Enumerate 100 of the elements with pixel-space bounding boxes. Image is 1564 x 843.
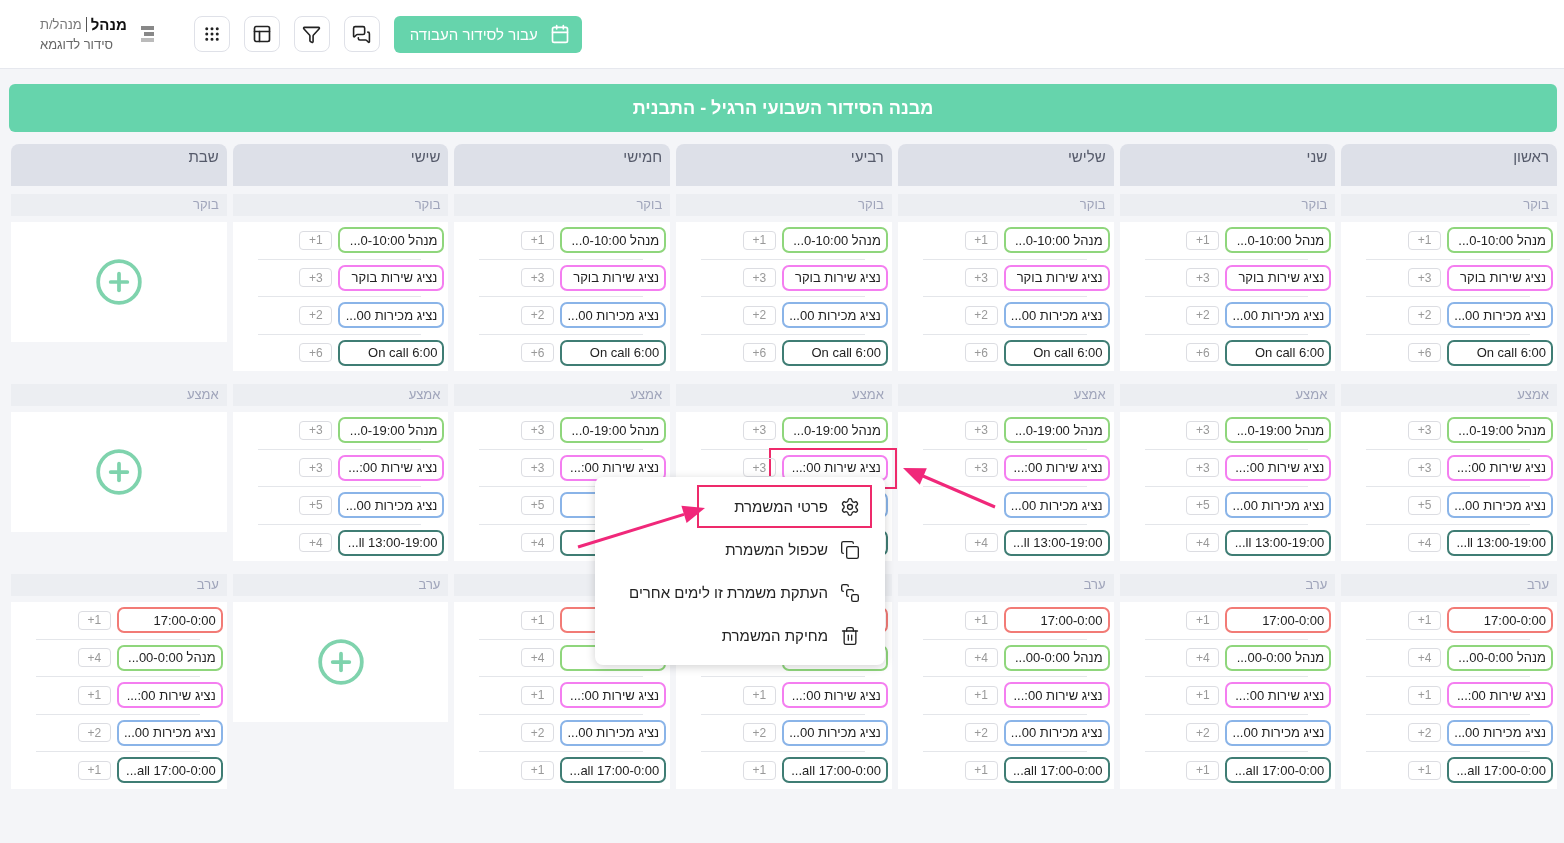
count-badge: +5	[521, 495, 555, 515]
day-header: שישי	[232, 144, 449, 186]
shift-chip[interactable]: ll 13:00-19:00...	[1003, 529, 1110, 556]
shift-chip[interactable]: all 17:00-0:00...	[560, 757, 667, 784]
shift-chip[interactable]: נציג שירות בוקר	[1447, 264, 1553, 291]
shift-chip[interactable]: נציג מכירות 00...	[1447, 492, 1553, 519]
shift-chip[interactable]: מנהל 0-19:00...	[338, 417, 445, 444]
shift-chip[interactable]: נציג מכירות 00...	[1225, 719, 1332, 746]
shift-chip[interactable]: ll 13:00-19:00...	[338, 529, 445, 556]
menu-item[interactable]: שכפול המשמרת	[608, 528, 872, 571]
stacked-bars-icon[interactable]	[140, 26, 154, 42]
shift-chip[interactable]: נציג מכירות 00...	[1003, 719, 1110, 746]
shift-chip[interactable]: נציג מכירות 00...	[1447, 719, 1553, 746]
shift-chip[interactable]: נציג שירות 00:...	[560, 682, 667, 709]
shift-chip[interactable]: נציג מכירות 00...	[781, 719, 888, 746]
shift-chip[interactable]: On call 6:00	[1003, 339, 1110, 366]
menu-item[interactable]: פרטי המשמרת	[697, 485, 872, 528]
shift-chip[interactable]: נציג שירות 00:...	[781, 682, 888, 709]
shift-chip[interactable]: נציג שירות בוקר	[338, 264, 445, 291]
count-badge: +2	[1408, 305, 1441, 325]
shift-period-label: אמצע	[454, 384, 671, 406]
filter-button[interactable]	[293, 16, 330, 52]
shift-chip[interactable]: all 17:00-0:00...	[781, 757, 888, 784]
shift-chip[interactable]: נציג מכירות 00...	[116, 719, 223, 746]
shift-chip[interactable]: מנהל 0-10:00...	[781, 227, 888, 254]
shift-chip[interactable]: On call 6:00	[1447, 339, 1553, 366]
layout-button[interactable]	[243, 16, 280, 52]
shift-period-label: בוקר	[454, 194, 671, 216]
shift-chip[interactable]: On call 6:00	[560, 339, 667, 366]
count-badge: +1	[964, 760, 998, 780]
chat-button[interactable]	[343, 16, 380, 52]
count-badge: +4	[1186, 648, 1220, 668]
shift-chip[interactable]: מנהל 0-19:00...	[1447, 417, 1553, 444]
shift-chip[interactable]: 17:00-0:00	[1003, 607, 1110, 634]
shift-chip[interactable]: 17:00-0:00	[1225, 607, 1332, 634]
shift-chip[interactable]: מנהל 0-19:00...	[781, 417, 888, 444]
shift-chip[interactable]: נציג מכירות 00...	[1447, 302, 1553, 329]
shift-chip[interactable]: נציג מכירות 00...	[560, 302, 667, 329]
shift-chip[interactable]: נציג מכירות 00...	[781, 302, 888, 329]
shift-chip[interactable]: נציג שירות בוקר	[1225, 264, 1332, 291]
shift-chip[interactable]: נציג שירות בוקר	[560, 264, 667, 291]
shift-chip[interactable]: ll 13:00-19:00...	[1447, 529, 1553, 556]
shift-chip[interactable]: נציג שירות 00:...	[560, 454, 667, 481]
count-badge: +3	[521, 420, 555, 440]
menu-item[interactable]: מחיקת המשמרת	[608, 614, 872, 657]
shift-chip[interactable]: On call 6:00	[338, 339, 445, 366]
shift-chip[interactable]: נציג מכירות 00...	[1003, 302, 1110, 329]
shift-chip[interactable]: On call 6:00	[781, 339, 888, 366]
shift-chip[interactable]: On call 6:00	[1225, 339, 1332, 366]
shift-chip[interactable]: all 17:00-0:00...	[1447, 757, 1553, 784]
shift-chip[interactable]: all 17:00-0:00...	[1003, 757, 1110, 784]
count-badge: +6	[1408, 343, 1441, 363]
count-badge: +3	[964, 420, 998, 440]
shift-chip[interactable]: נציג שירות 00:...	[1447, 682, 1553, 709]
shift-chip[interactable]: נציג שירות 00:...	[338, 454, 445, 481]
shift-chip[interactable]: מנהל 0-10:00...	[560, 227, 667, 254]
shift-chip[interactable]: מנהל 0-10:00...	[338, 227, 445, 254]
shift-chip[interactable]: נציג שירות בוקר	[1003, 264, 1110, 291]
shift-chip[interactable]: נציג שירות 00:...	[116, 682, 223, 709]
shift-period-label: ערב	[1119, 574, 1336, 596]
shift-chip[interactable]: נציג מכירות 00...	[338, 302, 445, 329]
shift-chip[interactable]: נציג שירות 00:...	[1003, 454, 1110, 481]
shift-chip[interactable]: מנהל 0-19:00...	[1003, 417, 1110, 444]
shift-chip[interactable]: נציג מכירות 00...	[338, 492, 445, 519]
shift-chip[interactable]: ll 13:00-19:00...	[1225, 529, 1332, 556]
shift-chip[interactable]: all 17:00-0:00...	[116, 757, 223, 784]
shift-chip[interactable]: נציג שירות 00:...	[1225, 454, 1332, 481]
shift-chip[interactable]: נציג מכירות 00...	[560, 719, 667, 746]
shift-chip[interactable]: מנהל 0-10:00...	[1003, 227, 1110, 254]
shift-chip[interactable]: מנהל 0-19:00...	[560, 417, 667, 444]
shift-chip[interactable]: all 17:00-0:00...	[1225, 757, 1332, 784]
count-badge: +1	[742, 685, 776, 705]
count-badge: +1	[77, 760, 111, 780]
layout-icon	[251, 24, 272, 44]
menu-item[interactable]: העתקת משמרת זו לימים אחרים	[608, 571, 872, 614]
shift-chip[interactable]: מנהל 0-19:00...	[1225, 417, 1332, 444]
shift-chip[interactable]: נציג מכירות 00...	[1003, 492, 1110, 519]
count-badge: +2	[964, 723, 998, 743]
shift-chip[interactable]: נציג שירות בוקר	[781, 264, 888, 291]
grid-dots-button[interactable]	[193, 16, 230, 52]
shift-chip[interactable]: נציג שירות 00:...	[1003, 682, 1110, 709]
dots-grid-icon	[202, 25, 221, 43]
count-badge: +4	[1408, 648, 1441, 668]
shift-chip[interactable]: נציג שירות 00:...	[1225, 682, 1332, 709]
shift-chip[interactable]: מנהל 0-10:00...	[1447, 227, 1553, 254]
shift-chip[interactable]: 17:00-0:00	[1447, 607, 1553, 634]
shift-chip[interactable]: מנהל 00-0:00...	[1225, 644, 1332, 671]
day-header: ראשון	[1341, 144, 1557, 186]
count-badge: +1	[964, 685, 998, 705]
shift-chip[interactable]: 17:00-0:00	[116, 607, 223, 634]
shift-chip[interactable]: נציג מכירות 00...	[1225, 492, 1332, 519]
shift-chip[interactable]: נציג מכירות 00...	[1225, 302, 1332, 329]
shift-chip[interactable]: נציג שירות 00:...	[781, 454, 888, 481]
shift-chip[interactable]: נציג שירות 00:...	[1447, 454, 1553, 481]
shift-chip[interactable]: מנהל 00-0:00...	[116, 644, 223, 671]
shift-chip[interactable]: מנהל 00-0:00...	[1003, 644, 1110, 671]
count-badge: +1	[521, 610, 555, 630]
shift-chip[interactable]: מנהל 0-10:00...	[1225, 227, 1332, 254]
shift-chip[interactable]: מנהל 00-0:00...	[1447, 644, 1553, 671]
count-badge: +2	[1186, 305, 1220, 325]
